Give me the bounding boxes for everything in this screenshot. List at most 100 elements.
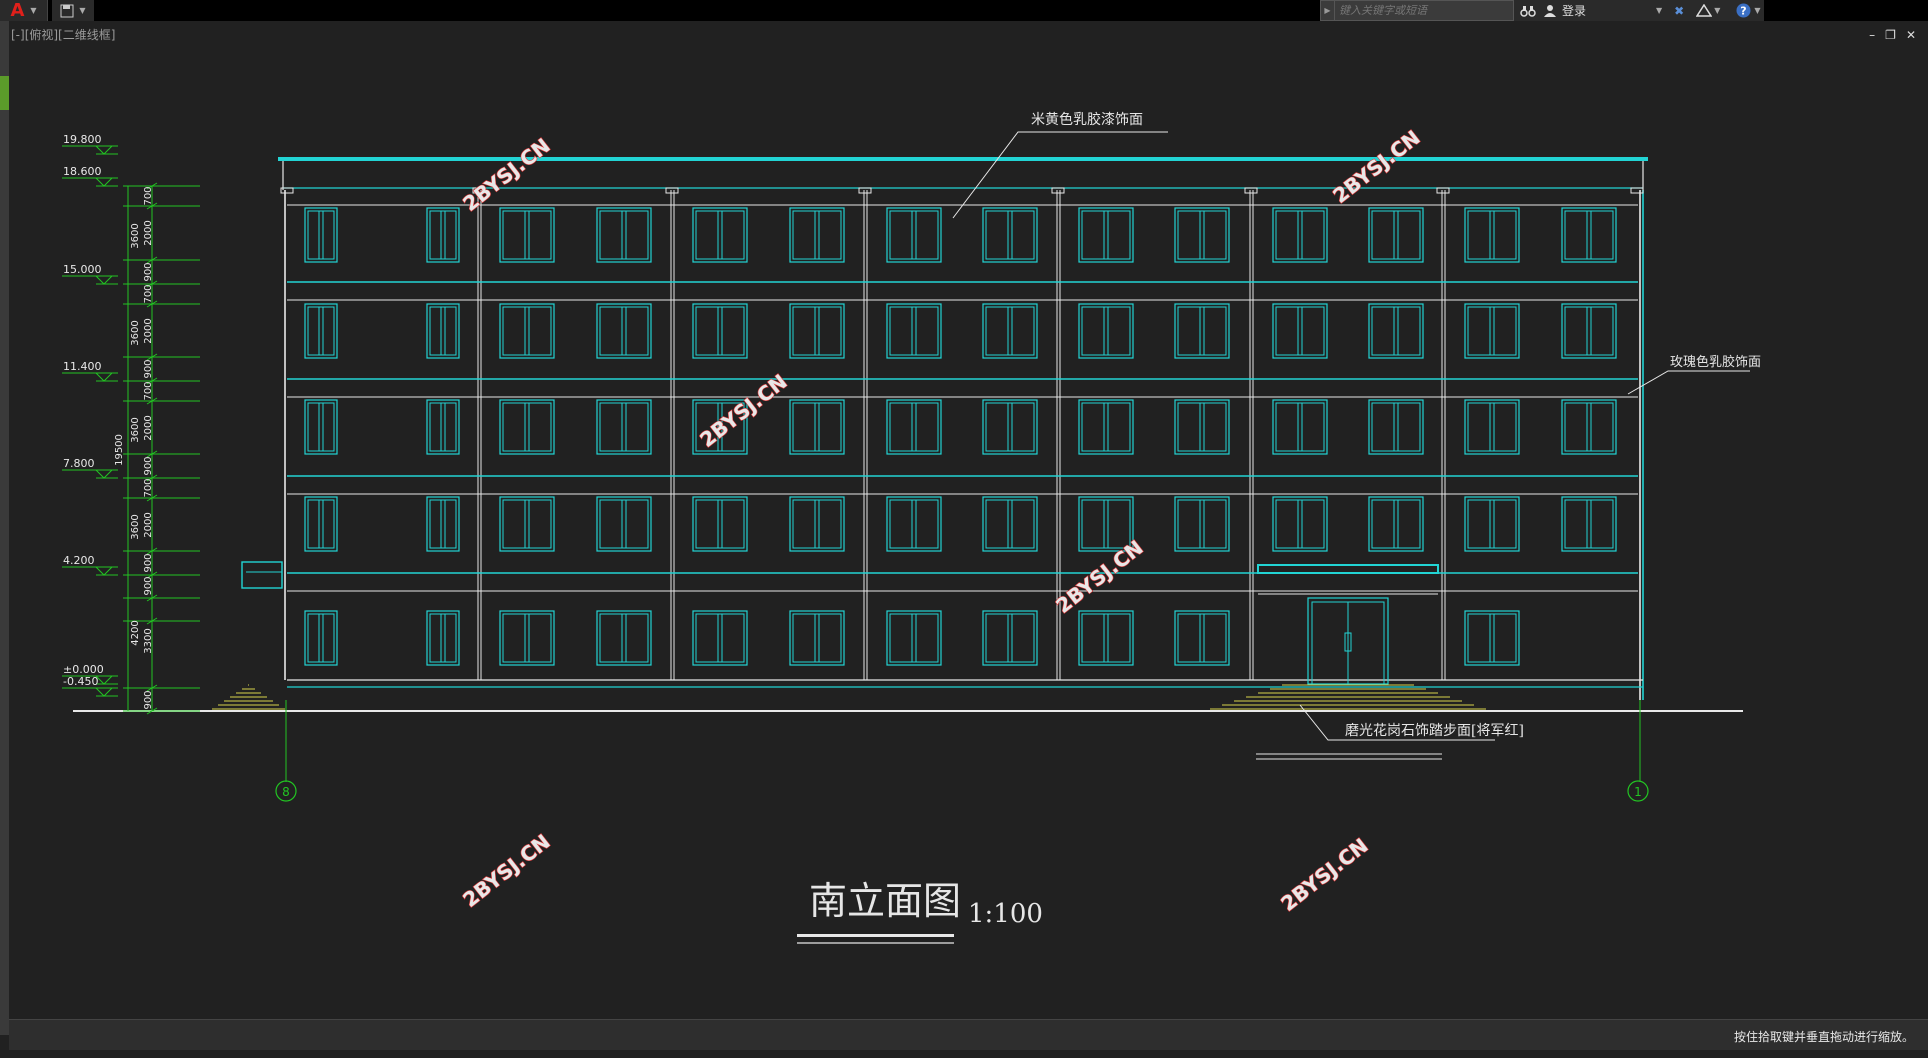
- chevron-down-icon: ▼: [30, 6, 37, 15]
- window: [429, 499, 457, 549]
- chevron-down-icon[interactable]: ▼: [1656, 6, 1662, 15]
- window: [304, 610, 338, 666]
- downspout-cap: [1630, 187, 1644, 194]
- window: [429, 613, 457, 663]
- quick-access-save-button[interactable]: ▼: [52, 0, 94, 21]
- window: [1464, 610, 1520, 666]
- watermark: 2BYSJ.CN: [458, 133, 554, 216]
- drawing-canvas[interactable]: 8 119.80018.60015.00011.4007.8004.200±0.0…: [0, 0, 1928, 1058]
- application-menu-button[interactable]: A ▼: [0, 0, 48, 21]
- window: [307, 306, 335, 356]
- window: [426, 399, 460, 455]
- drawing-scale: 1:100: [968, 899, 1043, 929]
- dimension-value: 2000: [143, 220, 154, 245]
- window: [692, 207, 748, 263]
- help-icon[interactable]: ?: [1736, 3, 1751, 18]
- window: [429, 210, 457, 260]
- window: [426, 207, 460, 263]
- user-icon[interactable]: [1544, 4, 1556, 17]
- elevation-marker: [95, 372, 113, 382]
- title-bar: A ▼ ▼ ▶ 登录 ▼ ✖ ▼ ? ▼: [0, 0, 1928, 21]
- window: [985, 402, 1035, 452]
- panel-tab[interactable]: [0, 76, 9, 110]
- command-line[interactable]: 按住拾取键并垂直拖动进行缩放。: [9, 1019, 1928, 1050]
- window: [1174, 399, 1230, 455]
- drawing-window-controls: – ❐ ✕: [1869, 28, 1916, 42]
- watermark: 2BYSJ.CN: [1276, 833, 1372, 916]
- window: [886, 399, 942, 455]
- minimize-icon[interactable]: –: [1869, 28, 1875, 42]
- a360-icon[interactable]: [1696, 4, 1713, 17]
- window: [1272, 399, 1328, 455]
- binoculars-icon[interactable]: [1520, 5, 1536, 17]
- restore-icon[interactable]: ❐: [1885, 28, 1896, 42]
- window: [307, 613, 335, 663]
- window: [889, 306, 939, 356]
- window: [596, 399, 652, 455]
- window: [1467, 402, 1517, 452]
- axis-label-left: 8: [282, 785, 290, 799]
- dimension-value: 2000: [143, 512, 154, 537]
- window: [889, 499, 939, 549]
- window: [1081, 402, 1131, 452]
- window: [792, 210, 842, 260]
- search-expand-icon[interactable]: ▶: [1321, 1, 1335, 20]
- window: [502, 306, 552, 356]
- window: [1368, 303, 1424, 359]
- window: [1174, 303, 1230, 359]
- login-button[interactable]: 登录: [1562, 2, 1586, 19]
- window: [1564, 499, 1614, 549]
- window: [1467, 306, 1517, 356]
- window: [889, 210, 939, 260]
- close-icon[interactable]: ✕: [1906, 28, 1916, 42]
- window: [307, 210, 335, 260]
- window: [1081, 306, 1131, 356]
- window: [1368, 399, 1424, 455]
- note-right: 玫瑰色乳胶饰面: [1670, 354, 1761, 370]
- window: [1368, 496, 1424, 552]
- window: [304, 207, 338, 263]
- svg-text:?: ?: [1741, 5, 1747, 18]
- downspout-cap: [1051, 187, 1065, 194]
- window: [499, 610, 555, 666]
- dimension-value: 3600: [130, 320, 141, 345]
- exchange-icon[interactable]: ✖: [1674, 4, 1684, 18]
- window: [1467, 613, 1517, 663]
- chevron-down-icon[interactable]: ▼: [1714, 6, 1720, 15]
- axis-label-right: 1: [1634, 785, 1642, 799]
- search-input[interactable]: [1335, 4, 1505, 17]
- window: [695, 210, 745, 260]
- entrance-canopy: [1257, 564, 1439, 574]
- window: [429, 402, 457, 452]
- window: [599, 613, 649, 663]
- dimension-value: 900: [143, 690, 154, 709]
- viewport-controls[interactable]: [-][俯视][二维线框]: [11, 26, 115, 43]
- elevation-label: 18.600: [63, 165, 102, 178]
- search-box[interactable]: ▶: [1320, 0, 1514, 21]
- dimension-value: 4200: [130, 620, 141, 645]
- window: [1371, 210, 1421, 260]
- window: [1371, 402, 1421, 452]
- window: [596, 207, 652, 263]
- window: [1078, 207, 1134, 263]
- window: [886, 496, 942, 552]
- window: [499, 496, 555, 552]
- window: [1078, 610, 1134, 666]
- window: [789, 303, 845, 359]
- window: [599, 210, 649, 260]
- note-bottom: 磨光花岗石饰踏步面[将军红]: [1345, 723, 1524, 739]
- chevron-down-icon: ▼: [79, 6, 86, 15]
- elevation-label: 4.200: [63, 554, 95, 567]
- chevron-down-icon[interactable]: ▼: [1754, 6, 1760, 15]
- elevation-label: 7.800: [63, 457, 95, 470]
- window: [499, 207, 555, 263]
- window: [596, 303, 652, 359]
- window: [886, 207, 942, 263]
- window: [1081, 210, 1131, 260]
- infocenter-toolbar: 登录 ▼ ✖ ▼ ? ▼: [1514, 0, 1764, 21]
- dimension-value: 900: [143, 359, 154, 378]
- window: [1272, 303, 1328, 359]
- window: [1561, 303, 1617, 359]
- window: [889, 613, 939, 663]
- window: [1174, 207, 1230, 263]
